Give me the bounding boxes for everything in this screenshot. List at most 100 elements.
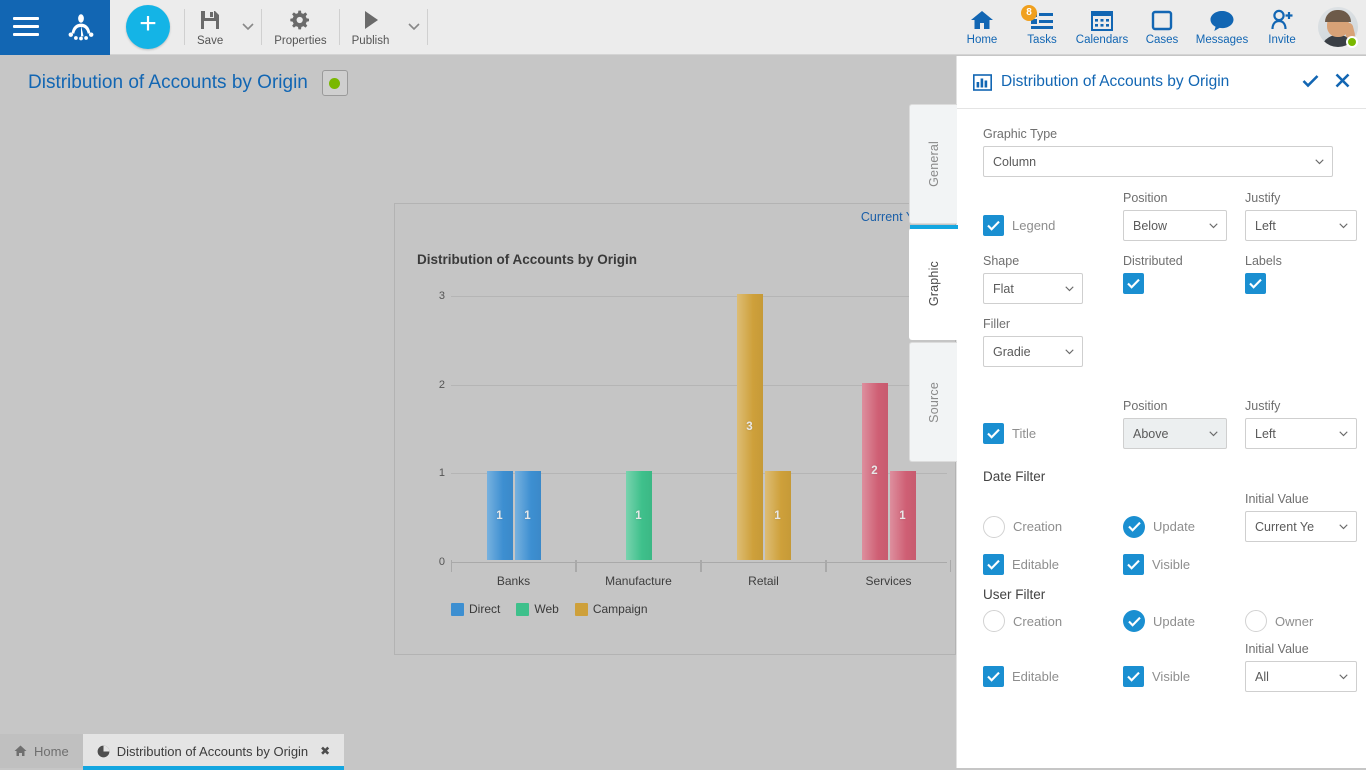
- date-visible-label: Visible: [1152, 557, 1190, 572]
- date-filter-section-title: Date Filter: [983, 469, 1340, 484]
- user-creation-radio-row[interactable]: Creation: [983, 610, 1105, 632]
- date-update-radio[interactable]: [1123, 516, 1145, 538]
- legend-position-select[interactable]: Below: [1123, 210, 1227, 241]
- publish-dropdown-caret[interactable]: [401, 0, 427, 55]
- play-icon: [359, 8, 383, 32]
- page-title: Distribution of Accounts by Origin: [28, 72, 308, 94]
- legend-swatch: [575, 603, 588, 616]
- save-button[interactable]: Save: [185, 0, 235, 55]
- check-icon: [1302, 74, 1319, 88]
- panel-header: Distribution of Accounts by Origin: [957, 56, 1366, 109]
- check-icon: [1128, 616, 1141, 627]
- legend-checkbox[interactable]: [983, 215, 1004, 236]
- date-editable-row[interactable]: Editable: [983, 554, 1105, 575]
- close-button[interactable]: [1335, 73, 1350, 91]
- confirm-button[interactable]: [1302, 74, 1319, 91]
- date-initial-value-select[interactable]: Current Ye: [1245, 511, 1357, 542]
- graphic-type-select[interactable]: Column: [983, 146, 1333, 177]
- invite-user-icon: [1269, 8, 1295, 32]
- user-owner-radio[interactable]: [1245, 610, 1267, 632]
- tab-graphic[interactable]: Graphic: [909, 228, 957, 340]
- user-update-radio[interactable]: [1123, 610, 1145, 632]
- user-editable-checkbox[interactable]: [983, 666, 1004, 687]
- legend-item[interactable]: Direct: [451, 602, 500, 616]
- user-filter-section-title: User Filter: [983, 587, 1340, 602]
- bottom-tab-close-icon[interactable]: ✖: [320, 744, 330, 758]
- chevron-down-icon: [242, 23, 254, 31]
- bottom-tab-home-label: Home: [34, 744, 69, 759]
- user-owner-radio-row[interactable]: Owner: [1245, 610, 1357, 632]
- title-position-select[interactable]: Above: [1123, 418, 1227, 449]
- title-justify-value: Left: [1255, 427, 1276, 441]
- nav-tasks[interactable]: 8 Tasks: [1012, 0, 1072, 55]
- user-update-label: Update: [1153, 614, 1195, 629]
- check-icon: [987, 220, 1000, 231]
- bottom-tab-chart[interactable]: Distribution of Accounts by Origin ✖: [83, 734, 345, 768]
- chart-bar[interactable]: 1: [487, 471, 513, 560]
- distributed-checkbox[interactable]: [1123, 273, 1144, 294]
- chart-bar[interactable]: 2: [862, 383, 888, 560]
- filler-label: Filler: [983, 317, 1340, 331]
- nav-invite[interactable]: Invite: [1252, 0, 1312, 55]
- y-axis-tick: 1: [423, 467, 445, 479]
- hamburger-icon[interactable]: [13, 17, 39, 37]
- save-dropdown-caret[interactable]: [235, 0, 261, 55]
- chart-bar[interactable]: 1: [515, 471, 541, 560]
- chart-plot-area: 0123 1113121 BanksManufactureRetailServi…: [423, 296, 947, 606]
- user-initial-value-select[interactable]: All: [1245, 661, 1357, 692]
- nav-messages[interactable]: Messages: [1192, 0, 1252, 55]
- title-checkbox[interactable]: [983, 423, 1004, 444]
- chart-bar[interactable]: 1: [626, 471, 652, 560]
- shape-select[interactable]: Flat: [983, 273, 1083, 304]
- user-visible-checkbox[interactable]: [1123, 666, 1144, 687]
- user-creation-radio[interactable]: [983, 610, 1005, 632]
- graphic-settings-panel: Distribution of Accounts by Origin Graph…: [956, 56, 1366, 768]
- user-editable-row[interactable]: Editable: [983, 666, 1105, 687]
- user-creation-label: Creation: [1013, 614, 1062, 629]
- nav-calendars-label: Calendars: [1076, 34, 1128, 46]
- date-initial-value: Current Ye: [1255, 520, 1327, 534]
- chart-bar[interactable]: 1: [765, 471, 791, 560]
- nav-home[interactable]: Home: [952, 0, 1012, 55]
- frog-logo-icon[interactable]: [64, 10, 98, 44]
- tab-source[interactable]: Source: [909, 342, 957, 462]
- add-button[interactable]: +: [126, 5, 170, 49]
- user-visible-row[interactable]: Visible: [1123, 666, 1227, 687]
- tab-general[interactable]: General: [909, 104, 957, 224]
- date-visible-row[interactable]: Visible: [1123, 554, 1227, 575]
- legend-item[interactable]: Web: [516, 602, 558, 616]
- chevron-down-icon: [1315, 157, 1324, 166]
- date-initial-value-label: Initial Value: [1245, 492, 1357, 506]
- properties-button[interactable]: Properties: [262, 0, 338, 55]
- legend-checkbox-row[interactable]: Legend: [983, 215, 1105, 236]
- title-justify-select[interactable]: Left: [1245, 418, 1357, 449]
- top-toolbar: + Save Properties Publish: [0, 0, 1366, 55]
- legend-justify-select[interactable]: Left: [1245, 210, 1357, 241]
- title-justify-label: Justify: [1245, 399, 1357, 413]
- date-visible-checkbox[interactable]: [1123, 554, 1144, 575]
- title-checkbox-row[interactable]: Title: [983, 423, 1105, 444]
- check-icon: [1249, 278, 1262, 289]
- nav-cases[interactable]: Cases: [1132, 0, 1192, 55]
- toolbar-right-group: Home 8 Tasks Calendars: [952, 0, 1366, 55]
- nav-calendars[interactable]: Calendars: [1072, 0, 1132, 55]
- bottom-tab-chart-label: Distribution of Accounts by Origin: [117, 744, 308, 759]
- date-editable-checkbox[interactable]: [983, 554, 1004, 575]
- nav-messages-label: Messages: [1196, 34, 1248, 46]
- legend-position-label: Position: [1123, 191, 1227, 205]
- legend-item[interactable]: Campaign: [575, 602, 648, 616]
- user-visible-label: Visible: [1152, 669, 1190, 684]
- date-creation-radio-row[interactable]: Creation: [983, 516, 1105, 538]
- filler-select[interactable]: Gradie: [983, 336, 1083, 367]
- date-creation-radio[interactable]: [983, 516, 1005, 538]
- user-update-radio-row[interactable]: Update: [1123, 610, 1227, 632]
- chevron-down-icon: [1339, 672, 1348, 681]
- date-update-label: Update: [1153, 519, 1195, 534]
- date-update-radio-row[interactable]: Update: [1123, 516, 1227, 538]
- chart-bar[interactable]: 3: [737, 294, 763, 560]
- bottom-tab-home[interactable]: Home: [0, 734, 83, 768]
- status-badge[interactable]: [322, 70, 348, 96]
- labels-checkbox[interactable]: [1245, 273, 1266, 294]
- publish-button[interactable]: Publish: [340, 0, 402, 55]
- bottom-tab-bar: Home Distribution of Accounts by Origin …: [0, 732, 956, 768]
